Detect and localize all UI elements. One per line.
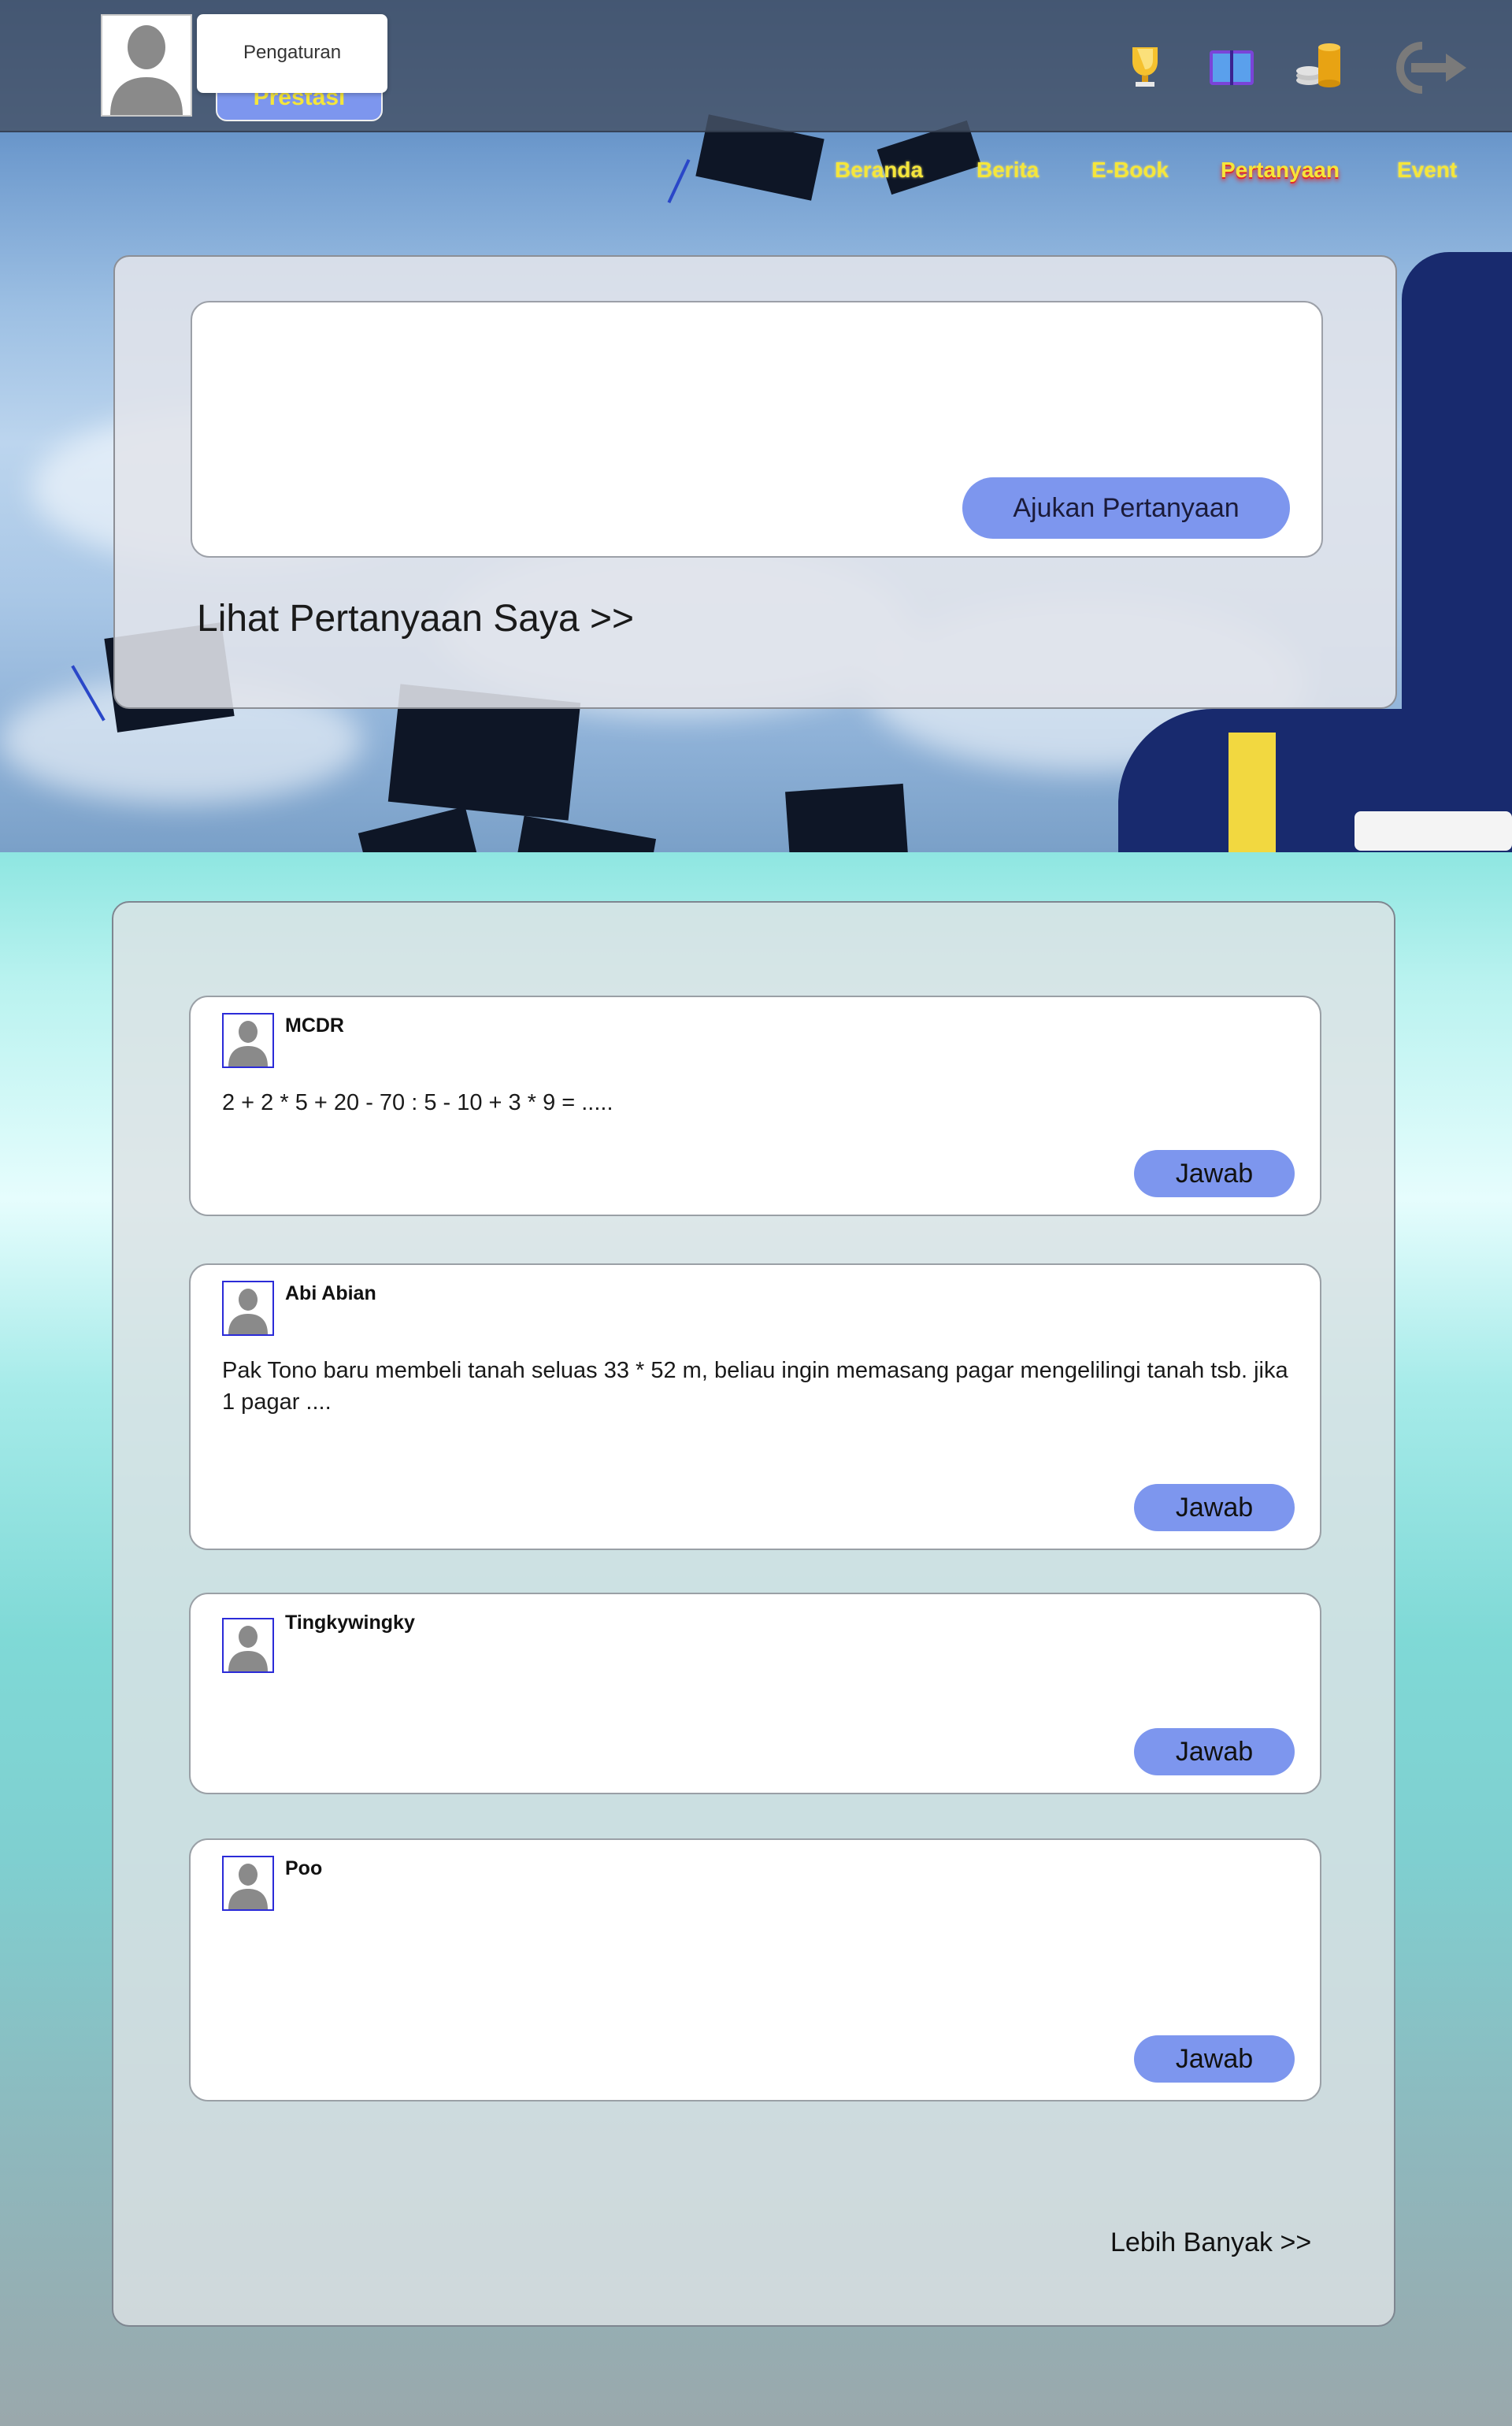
tassel [667,158,691,204]
ask-question-panel: Ajukan Pertanyaan Lihat Pertanyaan Saya … [113,255,1397,709]
question-input[interactable]: Ajukan Pertanyaan [191,301,1323,558]
user-silhouette-icon [228,1021,268,1066]
nav-event[interactable]: Event [1397,158,1457,183]
user-avatar [222,1281,274,1336]
question-text: 2 + 2 * 5 + 20 - 70 : 5 - 10 + 3 * 9 = .… [222,1090,613,1115]
user-silhouette-icon [102,16,191,115]
question-card: Poo Jawab [189,1838,1321,2101]
answer-button[interactable]: Jawab [1134,1728,1295,1775]
user-avatar [222,1856,274,1911]
main-nav: Beranda Berita E-Book Pertanyaan Event [835,158,1465,192]
user-avatar [222,1013,274,1068]
logout-icon[interactable] [1388,39,1469,96]
graduation-cap-image [517,815,657,852]
profile-avatar[interactable] [101,14,192,117]
graduation-cap-image [785,783,908,852]
nav-berita[interactable]: Berita [976,158,1039,183]
question-username: MCDR [285,1015,344,1037]
top-bar: Prestasi Pengaturan [0,0,1512,132]
hero-section: Prestasi Pengaturan Beranda Berita E-Boo… [0,0,1512,852]
book-icon[interactable] [1203,39,1260,96]
question-username: Poo [285,1857,323,1879]
question-card: MCDR 2 + 2 * 5 + 20 - 70 : 5 - 10 + 3 * … [189,996,1321,1216]
questions-section: MCDR 2 + 2 * 5 + 20 - 70 : 5 - 10 + 3 * … [0,852,1512,2426]
nav-beranda[interactable]: Beranda [835,158,923,183]
graduate-gown [1402,252,1512,740]
my-questions-link[interactable]: Lihat Pertanyaan Saya >> [197,597,634,640]
nav-ebook[interactable]: E-Book [1091,158,1169,183]
user-silhouette-icon [228,1626,268,1671]
load-more-link[interactable]: Lebih Banyak >> [1110,2228,1311,2258]
graduation-cap-image [358,806,477,852]
user-avatar [222,1618,274,1673]
user-silhouette-icon [228,1864,268,1909]
question-list-panel: MCDR 2 + 2 * 5 + 20 - 70 : 5 - 10 + 3 * … [112,901,1395,2327]
question-card: Abi Abian Pak Tono baru membeli tanah se… [189,1263,1321,1550]
submit-question-button[interactable]: Ajukan Pertanyaan [962,477,1290,539]
answer-button[interactable]: Jawab [1134,1484,1295,1531]
settings-menu-item[interactable]: Pengaturan [197,14,387,93]
answer-button[interactable]: Jawab [1134,1150,1295,1197]
trophy-icon[interactable] [1117,39,1173,96]
question-text: Pak Tono baru membeli tanah seluas 33 * … [222,1358,1288,1415]
question-username: Abi Abian [285,1282,376,1304]
user-silhouette-icon [228,1289,268,1334]
question-card: Tingkywingky Jawab [189,1593,1321,1794]
answer-button[interactable]: Jawab [1134,2035,1295,2083]
nav-pertanyaan[interactable]: Pertanyaan [1221,158,1340,183]
diploma [1354,811,1512,851]
question-username: Tingkywingky [285,1612,415,1634]
graduate-stole [1228,733,1276,852]
coins-icon[interactable] [1292,39,1348,96]
